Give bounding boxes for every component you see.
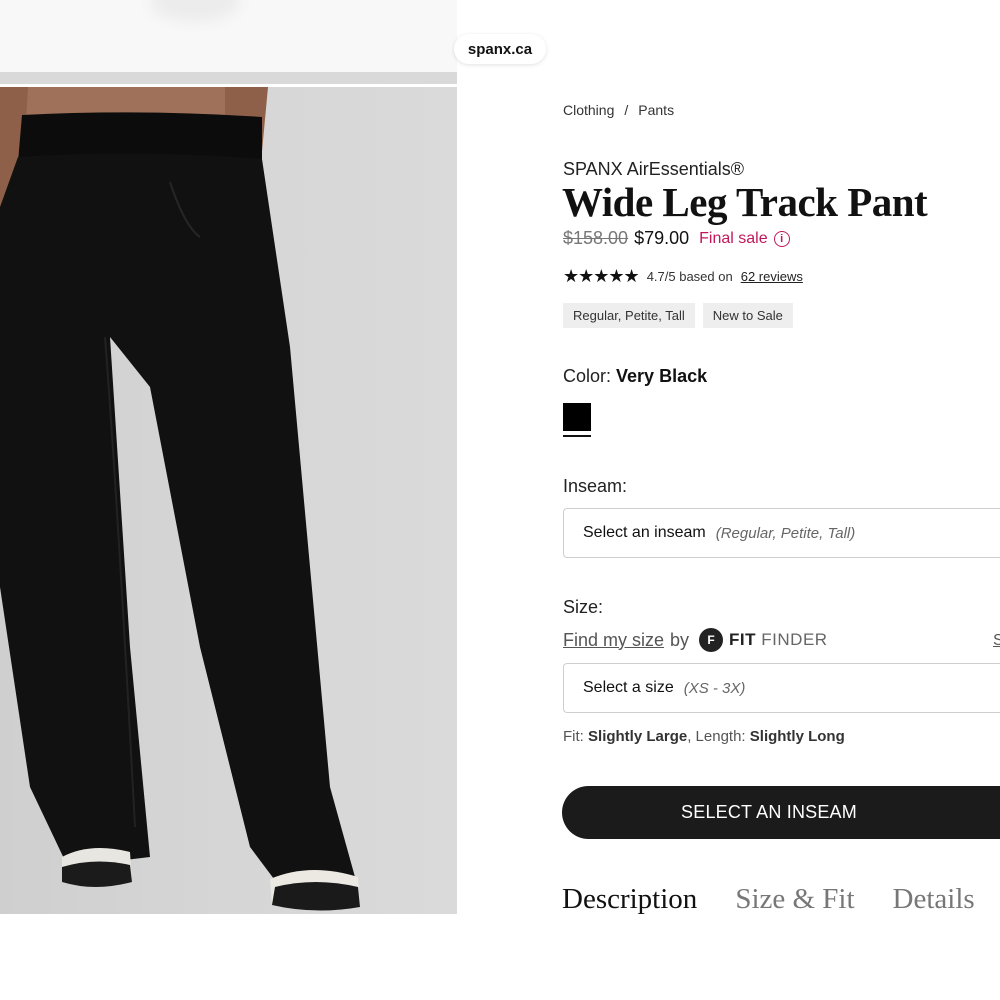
inseam-select[interactable]: Select an inseam (Regular, Petite, Tall) <box>563 508 1000 558</box>
size-select-placeholder: Select a size <box>583 679 674 696</box>
color-swatch-very-black[interactable] <box>563 403 591 431</box>
inseam-select-placeholder: Select an inseam <box>583 524 706 541</box>
fit-finder-logo-icon: F <box>699 628 724 652</box>
inseam-label: Inseam: <box>563 476 628 496</box>
rating-row: ★★★★★ 4.7/5 based on 62 reviews <box>563 266 803 287</box>
tab-size-fit[interactable]: Size & Fit <box>735 883 854 916</box>
fit-summary: Fit: Slightly Large, Length: Slightly Lo… <box>563 728 845 745</box>
color-label: Color: Very Black <box>563 366 708 386</box>
select-inseam-button[interactable]: SELECT AN INSEAM <box>562 786 1000 839</box>
price-row: $158.00 $79.00 Final sale i <box>563 228 790 249</box>
color-value: Very Black <box>616 366 708 386</box>
size-select-hint: (XS - 3X) <box>683 679 746 697</box>
size-select[interactable]: Select a size (XS - 3X) <box>563 663 1000 713</box>
breadcrumb-separator: / <box>624 102 629 118</box>
by-text: by <box>670 629 690 650</box>
tab-details[interactable]: Details <box>893 883 975 916</box>
description-tabs: Description Size & Fit Details <box>562 883 975 916</box>
product-brand: SPANX AirEssentials® <box>563 159 744 179</box>
product-tags: Regular, Petite, Tall New to Sale <box>563 303 793 328</box>
breadcrumb: Clothing / Pants <box>563 102 674 118</box>
size-label: Size: <box>563 597 604 617</box>
previous-image-strip <box>0 0 457 72</box>
sale-price: $79.00 <box>634 228 690 248</box>
size-guide-link[interactable]: S <box>993 632 1000 650</box>
info-icon[interactable]: i <box>773 230 790 247</box>
product-title: Wide Leg Track Pant <box>562 179 928 225</box>
original-price: $158.00 <box>563 228 629 248</box>
tag-new-to-sale: New to Sale <box>702 303 793 328</box>
reviews-link[interactable]: 62 reviews <box>741 269 803 284</box>
inseam-select-hint: (Regular, Petite, Tall) <box>715 524 856 542</box>
fit-finder-brand: FIT FINDER <box>729 630 828 649</box>
content-fade <box>457 914 1000 1000</box>
find-my-size-link[interactable]: Find my size <box>563 630 664 651</box>
url-pill[interactable]: spanx.ca <box>454 34 546 64</box>
rating-text: 4.7/5 based on <box>646 269 733 284</box>
breadcrumb-pants[interactable]: Pants <box>638 102 674 118</box>
swatch-selected-indicator <box>563 435 591 437</box>
fit-finder-row: Find my size by F FIT FINDER <box>563 628 828 652</box>
star-rating-icon: ★★★★★ <box>563 266 640 286</box>
product-image[interactable] <box>0 87 457 914</box>
breadcrumb-clothing[interactable]: Clothing <box>563 102 614 118</box>
final-sale-label: Final sale <box>699 229 768 247</box>
tab-description[interactable]: Description <box>562 883 697 916</box>
tag-inseam-options: Regular, Petite, Tall <box>563 303 695 328</box>
